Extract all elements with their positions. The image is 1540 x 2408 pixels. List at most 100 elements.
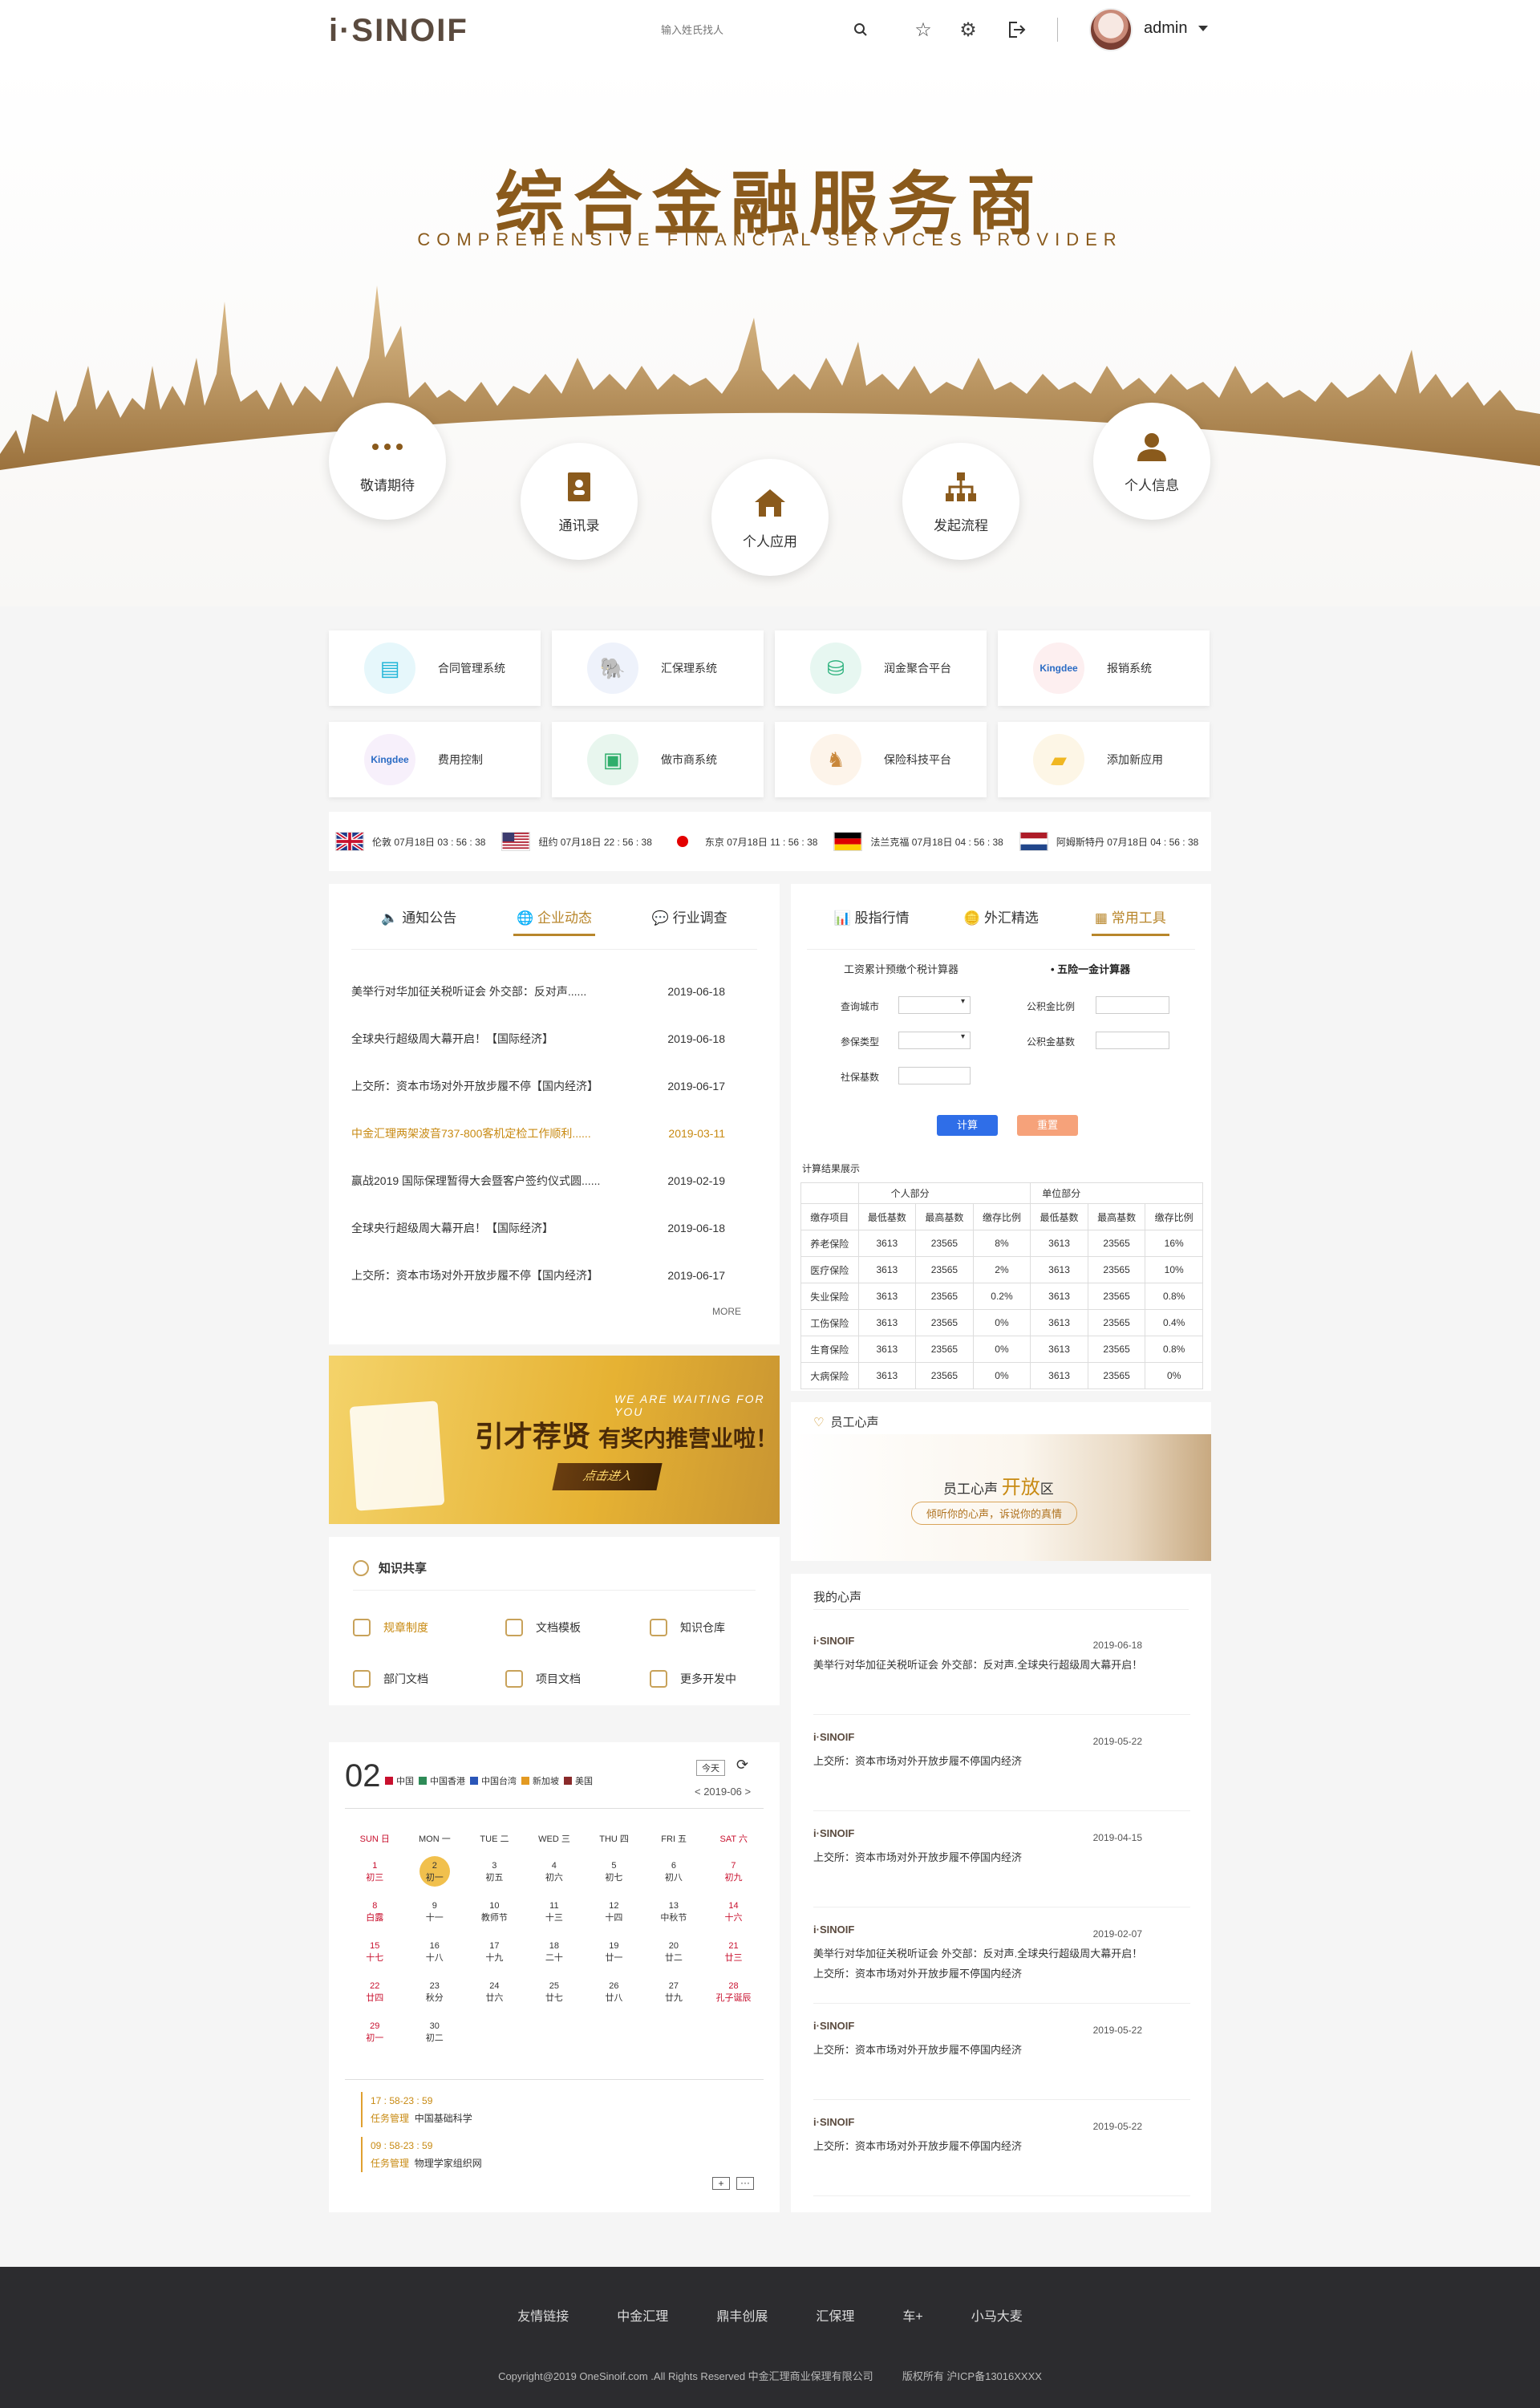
calendar-cell[interactable]: 9 十一 (405, 1901, 465, 1941)
insurance-calculator-tab[interactable]: • 五险一金计算器 (1051, 961, 1130, 976)
footer-link[interactable]: 车+ (902, 2305, 922, 2325)
knowledge-rules[interactable]: 规章制度 (353, 1619, 428, 1636)
tab-tools[interactable]: ▦ 常用工具 (1066, 887, 1195, 946)
quick-contacts[interactable]: 通讯录 (521, 443, 638, 560)
calendar-cell[interactable]: 5 初七 (584, 1861, 644, 1901)
list-item[interactable]: 全球央行超级周大幕开启！【国际经济】 2019-06-18 (351, 1204, 757, 1251)
holiday-tag[interactable]: 中国香港 (419, 1774, 465, 1787)
logout-icon[interactable] (1003, 16, 1030, 43)
calendar-cell[interactable]: 20 廿二 (644, 1941, 704, 1981)
calendar-cell[interactable]: 15 十七 (345, 1941, 405, 1981)
avatar[interactable] (1089, 8, 1133, 51)
knowledge-repo[interactable]: 知识仓库 (650, 1619, 725, 1636)
star-icon[interactable]: ☆ (910, 16, 937, 43)
tab-forex[interactable]: 🪙 外汇精选 (936, 887, 1065, 946)
today-button[interactable]: 今天 (696, 1760, 725, 1776)
voice-banner[interactable]: 员工心声 开放区 倾听你的心声，诉说你的真情 (791, 1434, 1211, 1561)
app-tile[interactable]: Kingdee 费用控制 (329, 722, 541, 797)
tab-index[interactable]: 📊 股指行情 (807, 887, 936, 946)
calendar-cell[interactable]: 11 十三 (525, 1901, 585, 1941)
knowledge-templates[interactable]: 文档模板 (505, 1619, 581, 1636)
quick-personal-apps[interactable]: 个人应用 (711, 459, 829, 576)
tab-company-news[interactable]: 🌐 企业动态 (487, 887, 622, 946)
calendar-cell[interactable]: 25 廿七 (525, 1981, 585, 2021)
city-select[interactable]: ▾ (898, 996, 971, 1014)
list-item[interactable]: 上交所：资本市场对外开放步履不停【国内经济】 2019-06-17 (351, 1062, 757, 1109)
gear-icon[interactable]: ⚙ (954, 16, 982, 43)
app-tile[interactable]: 🐘 汇保理系统 (552, 630, 764, 706)
add-event-icon[interactable]: + (712, 2177, 730, 2190)
calendar-cell[interactable]: 29 初一 (345, 2021, 405, 2061)
calendar-cell[interactable]: 19 廿一 (584, 1941, 644, 1981)
calendar-cell[interactable]: 23 秋分 (405, 1981, 465, 2021)
calendar-cell[interactable]: 22 廿四 (345, 1981, 405, 2021)
social-input[interactable] (898, 1067, 971, 1084)
list-item[interactable]: i·SINOIF 2019-05-22 上交所：资本市场对外开放步履不停国内经济 (813, 1715, 1190, 1811)
footer-link[interactable]: 鼎丰创展 (716, 2305, 768, 2325)
list-item[interactable]: i·SINOIF 2019-04-15 上交所：资本市场对外开放步履不停国内经济 (813, 1811, 1190, 1907)
calendar-cell[interactable]: 28 孔子诞辰 (703, 1981, 764, 2021)
ratio-input[interactable] (1096, 996, 1169, 1014)
calendar-cell[interactable]: 3 初五 (464, 1861, 525, 1901)
list-item[interactable]: 中金汇理两架波音737-800客机定检工作顺利...... 2019-03-11 (351, 1109, 757, 1157)
calendar-cell[interactable]: 14 十六 (703, 1901, 764, 1941)
holiday-tag[interactable]: 中国台湾 (470, 1774, 517, 1787)
knowledge-project-docs[interactable]: 项目文档 (505, 1670, 581, 1688)
holiday-tag[interactable]: 中国 (385, 1774, 414, 1787)
list-item[interactable]: 全球央行超级周大幕开启！【国际经济】 2019-06-18 (351, 1015, 757, 1062)
holiday-tag[interactable]: 新加坡 (521, 1774, 559, 1787)
footer-link[interactable]: 中金汇理 (617, 2305, 668, 2325)
base-input[interactable] (1096, 1032, 1169, 1049)
reset-button[interactable]: 重置 (1017, 1115, 1078, 1136)
calculate-button[interactable]: 计算 (937, 1115, 998, 1136)
app-tile[interactable]: ▤ 合同管理系统 (329, 630, 541, 706)
list-item[interactable]: 上交所：资本市场对外开放步履不停【国内经济】 2019-06-17 (351, 1251, 757, 1299)
event-item[interactable]: 17 : 58-23 : 59 任务管理 中国基础科学 (361, 2092, 472, 2127)
list-item[interactable]: i·SINOIF 2019-02-07 美举行对华加征关税听证会 外交部：反对声.全… (813, 1907, 1190, 2004)
calendar-cell[interactable]: 4 初六 (525, 1861, 585, 1901)
calendar-cell[interactable]: 30 初二 (405, 2021, 465, 2061)
chevron-down-icon[interactable] (1198, 26, 1208, 31)
app-tile[interactable]: ♞ 保险科技平台 (775, 722, 987, 797)
calendar-cell[interactable]: 17 十九 (464, 1941, 525, 1981)
type-select[interactable]: ▾ (898, 1032, 971, 1049)
month-switcher[interactable]: < 2019-06 > (695, 1786, 751, 1798)
tab-industry[interactable]: 💬 行业调查 (622, 887, 757, 946)
calendar-cell[interactable]: 16 十八 (405, 1941, 465, 1981)
calendar-cell[interactable]: 2 初一 (405, 1856, 465, 1901)
search-input[interactable] (650, 16, 874, 43)
list-item[interactable]: 赢战2019 国际保理暂得大会暨客户签约仪式圆...... 2019-02-19 (351, 1157, 757, 1204)
quick-coming-soon[interactable]: 敬请期待 (329, 403, 446, 520)
calendar-cell[interactable]: 1 初三 (345, 1861, 405, 1901)
calendar-cell[interactable]: 13 中秋节 (644, 1901, 704, 1941)
footer-link[interactable]: 小马大麦 (971, 2305, 1023, 2325)
tax-calculator-tab[interactable]: 工资累计预缴个税计算器 (844, 961, 958, 976)
calendar-cell[interactable]: 21 廿三 (703, 1941, 764, 1981)
refresh-icon[interactable]: ⟳ (736, 1757, 748, 1774)
calendar-cell[interactable]: 6 初八 (644, 1861, 704, 1901)
logo[interactable]: i·SINOIF (329, 13, 468, 49)
more-link[interactable]: MORE (712, 1306, 741, 1317)
search-icon[interactable] (847, 16, 874, 43)
quick-start-flow[interactable]: 发起流程 (902, 443, 1019, 560)
calendar-cell[interactable]: 27 廿九 (644, 1981, 704, 2021)
calendar-cell[interactable]: 10 教师节 (464, 1901, 525, 1941)
app-tile[interactable]: ▣ 做市商系统 (552, 722, 764, 797)
username[interactable]: admin (1144, 19, 1187, 38)
calendar-cell[interactable]: 18 二十 (525, 1941, 585, 1981)
list-item[interactable]: i·SINOIF 2019-06-18 美举行对华加征关税听证会 外交部：反对声.全… (813, 1619, 1190, 1715)
list-item[interactable]: i·SINOIF 2019-05-22 上交所：资本市场对外开放步履不停国内经济 (813, 2100, 1190, 2196)
app-tile[interactable]: ⛁ 润金聚合平台 (775, 630, 987, 706)
event-item[interactable]: 09 : 58-23 : 59 任务管理 物理学家组织网 (361, 2137, 482, 2172)
footer-link[interactable]: 汇保理 (816, 2305, 854, 2325)
calendar-cell[interactable]: 24 廿六 (464, 1981, 525, 2021)
enter-button[interactable]: 点击进入 (552, 1463, 663, 1490)
knowledge-dept-docs[interactable]: 部门文档 (353, 1670, 428, 1688)
calendar-cell[interactable]: 26 廿八 (584, 1981, 644, 2021)
app-tile[interactable]: ▰ 添加新应用 (998, 722, 1210, 797)
calendar-cell[interactable]: 7 初九 (703, 1861, 764, 1901)
app-tile[interactable]: Kingdee 报销系统 (998, 630, 1210, 706)
referral-banner[interactable]: WE ARE WAITING FOR YOU 引才荐贤 有奖内推营业啦！ 点击进… (329, 1356, 780, 1524)
tab-notice[interactable]: 🔈 通知公告 (351, 887, 487, 946)
more-events-icon[interactable]: ··· (736, 2177, 754, 2190)
